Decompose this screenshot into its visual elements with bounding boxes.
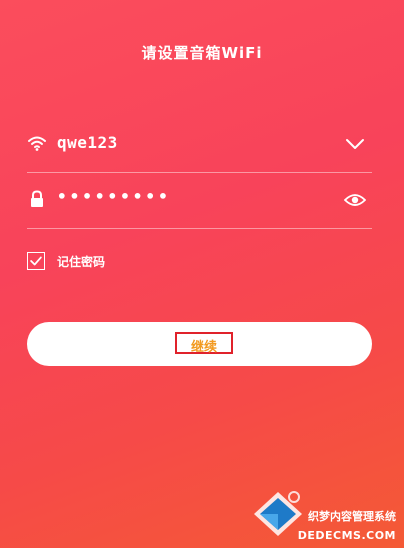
lock-icon: [31, 190, 43, 207]
remember-label: 记住密码: [57, 255, 106, 269]
wifi-icon: [28, 136, 46, 151]
page-title: 请设置音箱WiFi: [141, 44, 263, 62]
chevron-down-icon[interactable]: [344, 136, 366, 152]
watermark: 织梦内容管理系统 DEDECMS.COM: [244, 478, 404, 548]
checkmark-icon: [30, 256, 42, 266]
continue-button[interactable]: 继续: [27, 322, 372, 366]
wifi-select-row[interactable]: qwe123: [27, 116, 372, 173]
remember-checkbox[interactable]: [27, 252, 45, 270]
watermark-text-1: 织梦内容管理系统: [308, 510, 396, 523]
password-field[interactable]: •••••••••: [27, 172, 372, 229]
continue-label: 继续: [190, 340, 217, 355]
wifi-ssid: qwe123: [57, 133, 118, 152]
highlight-box: 继续: [175, 332, 233, 355]
watermark-text-2: DEDECMS.COM: [297, 529, 396, 542]
eye-icon[interactable]: [344, 192, 366, 208]
password-value: •••••••••: [57, 187, 171, 206]
